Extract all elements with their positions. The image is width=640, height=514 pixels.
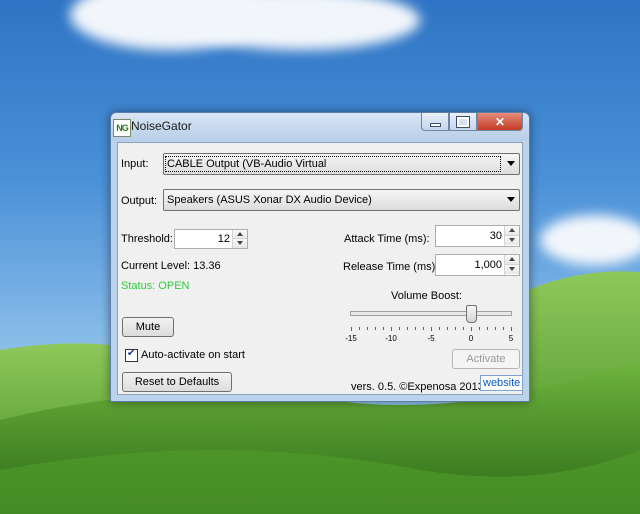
slider-tick-label: -15 — [345, 334, 357, 343]
slider-tick — [447, 327, 448, 330]
slider-tick — [431, 327, 432, 331]
slider-tick-label: -5 — [427, 334, 435, 343]
slider-tick — [463, 327, 464, 330]
slider-tick — [439, 327, 440, 330]
maximize-button[interactable] — [449, 113, 477, 131]
minimize-icon — [429, 123, 441, 127]
input-device-select[interactable]: CABLE Output (VB-Audio Virtual — [163, 153, 520, 175]
threshold-decrement-button[interactable] — [233, 239, 247, 248]
mute-button[interactable]: Mute — [122, 317, 174, 337]
auto-activate-label: Auto-activate on start — [141, 349, 245, 361]
slider-tick — [407, 327, 408, 330]
output-device-value: Speakers (ASUS Xonar DX Audio Device) — [167, 194, 372, 206]
threshold-spinbox[interactable]: 12 — [174, 229, 248, 249]
close-button[interactable]: ✕ — [477, 113, 523, 131]
output-device-select[interactable]: Speakers (ASUS Xonar DX Audio Device) — [163, 189, 520, 211]
release-time-spinbox[interactable]: 1,000 — [435, 254, 520, 276]
chevron-down-icon — [507, 197, 515, 202]
maximize-icon — [456, 115, 470, 128]
version-text: vers. 0.5. ©Expenosa 2013. — [351, 381, 487, 393]
input-label: Input: — [121, 158, 149, 170]
attack-time-spinbox[interactable]: 30 — [435, 225, 520, 247]
slider-tick-label: -10 — [385, 334, 397, 343]
slider-track — [350, 311, 512, 316]
slider-tick — [415, 327, 416, 330]
app-icon: NG — [113, 119, 131, 137]
auto-activate-checkbox[interactable] — [125, 348, 138, 362]
output-label: Output: — [121, 195, 158, 207]
website-link[interactable]: website — [480, 375, 524, 391]
slider-tick — [423, 327, 424, 330]
slider-tick — [471, 327, 472, 331]
attack-decrement-button[interactable] — [505, 236, 519, 245]
window-client-area: Input: CABLE Output (VB-Audio Virtual Ou… — [117, 142, 524, 395]
slider-tick — [391, 327, 392, 331]
slider-tick — [367, 327, 368, 330]
threshold-label: Threshold: — [121, 233, 173, 245]
attack-time-label: Attack Time (ms): — [344, 233, 430, 245]
caption-buttons: ✕ — [421, 113, 523, 131]
slider-tick — [399, 327, 400, 330]
slider-tick — [351, 327, 352, 331]
release-decrement-button[interactable] — [505, 265, 519, 274]
release-time-label: Release Time (ms): — [343, 261, 439, 273]
attack-time-value: 30 — [489, 230, 502, 242]
activate-button[interactable]: Activate — [452, 349, 520, 369]
minimize-button[interactable] — [421, 113, 449, 131]
title-bar[interactable]: NG NoiseGator ✕ — [111, 113, 529, 141]
release-increment-button[interactable] — [505, 255, 519, 265]
chevron-down-icon — [507, 161, 515, 166]
slider-tick-label: 5 — [508, 334, 514, 343]
window-title: NoiseGator — [131, 119, 192, 133]
slider-tick — [487, 327, 488, 330]
volume-boost-slider[interactable]: -15 -10 -5 0 5 — [345, 303, 516, 353]
slider-tick — [455, 327, 456, 330]
reset-to-defaults-button[interactable]: Reset to Defaults — [122, 372, 232, 392]
threshold-value: 12 — [217, 233, 230, 245]
slider-tick — [479, 327, 480, 330]
slider-thumb[interactable] — [466, 305, 477, 323]
volume-boost-label: Volume Boost: — [391, 290, 462, 302]
slider-tick — [503, 327, 504, 330]
slider-tick — [359, 327, 360, 330]
close-icon: ✕ — [494, 114, 506, 129]
attack-increment-button[interactable] — [505, 226, 519, 236]
noisegator-window: NG NoiseGator ✕ Input: CABLE Output (VB-… — [110, 112, 530, 402]
slider-tick — [495, 327, 496, 330]
slider-tick-label: 0 — [468, 334, 474, 343]
input-device-value: CABLE Output (VB-Audio Virtual — [165, 156, 501, 172]
status-text: Status: OPEN — [121, 280, 190, 292]
release-time-value: 1,000 — [474, 259, 502, 271]
slider-tick — [511, 327, 512, 331]
threshold-increment-button[interactable] — [233, 230, 247, 239]
slider-tick — [383, 327, 384, 330]
current-level-text: Current Level: 13.36 — [121, 260, 221, 272]
slider-tick — [375, 327, 376, 330]
